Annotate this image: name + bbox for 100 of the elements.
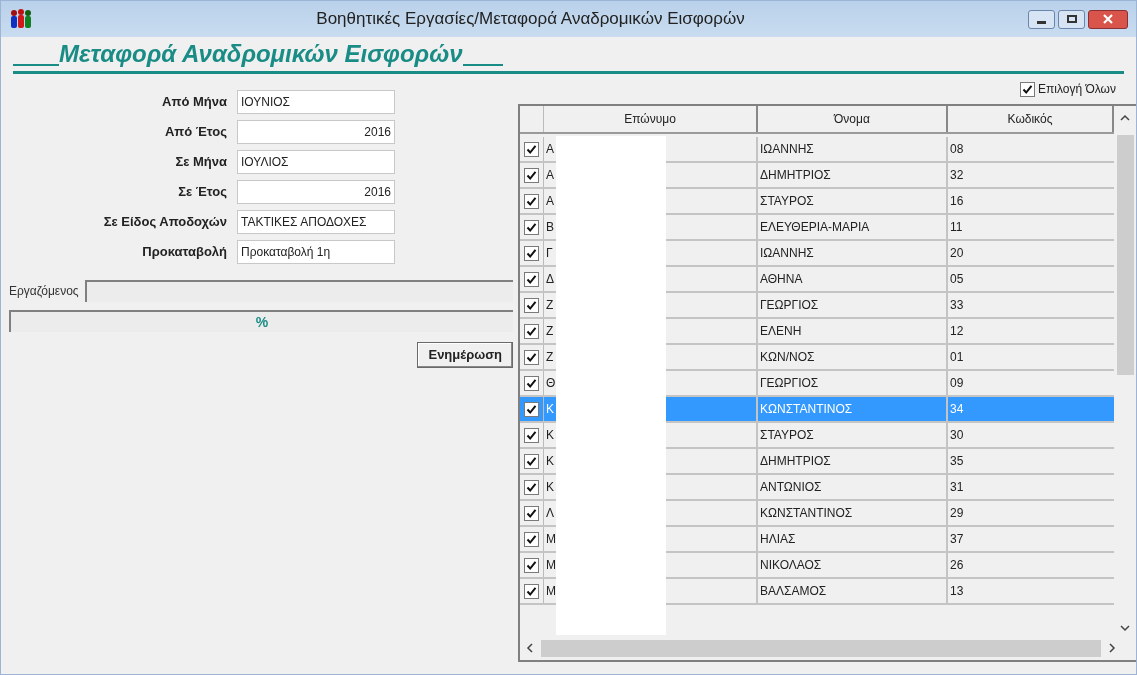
table-cell-text: Γ <box>546 245 554 262</box>
checkbox[interactable] <box>524 245 539 261</box>
close-button[interactable] <box>1088 9 1128 29</box>
close-icon <box>1103 14 1113 24</box>
window-title: Βοηθητικές Εργασίες/Μεταφορά Αναδρομικών Εισφορών <box>316 8 745 31</box>
page-heading: Μεταφορά Αναδρομικών Εισφορών <box>59 39 463 69</box>
checkbox[interactable] <box>524 219 539 235</box>
table-cell-text: ΚΩΝΣΤΑΝΤΙΝΟΣ <box>760 401 853 418</box>
checkbox[interactable] <box>524 479 539 495</box>
table-row[interactable]: Γ ΙΩΑΝΝΗΣ 20 <box>520 241 1114 267</box>
input-field[interactable]: ΙΟΥΝΙΟΣ <box>237 90 395 114</box>
checkbox[interactable] <box>524 141 539 157</box>
table-cell-text: Κ <box>546 401 555 418</box>
table-row[interactable]: Κ ΔΗΜΗΤΡΙΟΣ 35 <box>520 449 1114 475</box>
table-row[interactable]: Μ ΝΙΚΟΛΑΟΣ 26 <box>520 553 1114 579</box>
table-cell-text: 01 <box>950 349 964 366</box>
table-cell-text: Β <box>546 219 555 236</box>
table-row[interactable]: Α ΙΩΑΝΝΗΣ 08 <box>520 137 1114 163</box>
table-cell-text: ΑΝΤΩΝΙΟΣ <box>760 479 822 496</box>
scroll-left-icon[interactable] <box>526 643 533 653</box>
table-row[interactable]: Α ΔΗΜΗΤΡΙΟΣ 32 <box>520 163 1114 189</box>
table-cell-text: Μ <box>546 531 556 548</box>
table-cell-text: Λ <box>546 505 555 522</box>
table-row[interactable]: Κ ΑΝΤΩΝΙΟΣ 31 <box>520 475 1114 501</box>
table-cell-text: 12 <box>950 323 964 340</box>
checkbox[interactable] <box>524 583 539 599</box>
checkbox[interactable] <box>524 505 539 521</box>
input-field[interactable]: 2016 <box>237 180 395 204</box>
checkbox[interactable] <box>524 323 539 339</box>
table-row[interactable]: Α ΣΤΑΥΡΟΣ 16 <box>520 189 1114 215</box>
update-button[interactable]: Ενημέρωση <box>417 342 513 368</box>
table-row[interactable]: Ζ ΚΩΝ/ΝΟΣ 01 <box>520 345 1114 371</box>
table-row[interactable]: Μ ΗΛΙΑΣ 37 <box>520 527 1114 553</box>
input-field[interactable]: 2016 <box>237 120 395 144</box>
table-cell-text: 37 <box>950 531 964 548</box>
employee-label: Εργαζόμενος <box>9 283 79 300</box>
table-cell-text: ΚΩΝΣΤΑΝΤΙΝΟΣ <box>760 505 853 522</box>
field-label: Σε Έτος <box>177 183 227 202</box>
checkbox[interactable] <box>524 375 539 391</box>
checkbox[interactable] <box>524 401 539 417</box>
table-cell-text: 08 <box>950 141 964 158</box>
table-row[interactable]: Ζ ΕΛΕΝΗ 12 <box>520 319 1114 345</box>
table-row[interactable]: Λ ΚΩΝΣΤΑΝΤΙΝΟΣ 29 <box>520 501 1114 527</box>
checkbox[interactable] <box>524 297 539 313</box>
checkbox[interactable] <box>524 557 539 573</box>
progress-percent: % <box>255 312 269 332</box>
table-cell-text: 34 <box>950 401 964 418</box>
table-row[interactable]: Ζ ΓΕΩΡΓΙΟΣ 33 <box>520 293 1114 319</box>
input-field[interactable]: ΙΟΥΛΙΟΣ <box>237 150 395 174</box>
table-cell-text: ΕΛΕΥΘΕΡΙΑ-ΜΑΡΙΑ <box>760 219 870 236</box>
table-cell-text: 31 <box>950 479 964 496</box>
checkbox[interactable] <box>524 531 539 547</box>
table-cell-text: Θ <box>546 375 556 392</box>
checkbox[interactable] <box>524 271 539 287</box>
table-cell-text: Δ <box>546 271 555 288</box>
table-cell-text: 33 <box>950 297 964 314</box>
table-cell-text: Μ <box>546 583 556 600</box>
table-row[interactable]: Θ ΓΕΩΡΓΙΟΣ 09 <box>520 371 1114 397</box>
maximize-button[interactable] <box>1058 9 1085 29</box>
table-cell-text: ΔΗΜΗΤΡΙΟΣ <box>760 167 831 184</box>
checkbox[interactable] <box>1020 81 1036 97</box>
table-cell-text: ΑΘΗΝΑ <box>760 271 803 288</box>
minimize-button[interactable] <box>1028 9 1055 29</box>
scroll-up-icon[interactable] <box>1120 114 1130 121</box>
checkbox[interactable] <box>524 167 539 183</box>
table-cell-text: Α <box>546 141 555 158</box>
scroll-right-icon[interactable] <box>1109 643 1116 653</box>
table-cell-text: 35 <box>950 453 964 470</box>
table-cell-text: Κ <box>546 479 555 496</box>
input-field[interactable]: ΤΑΚΤΙΚΕΣ ΑΠΟΔΟΧΕΣ <box>237 210 395 234</box>
table-cell-text: 13 <box>950 583 964 600</box>
table-cell-text: 09 <box>950 375 964 392</box>
table-cell-text: 30 <box>950 427 964 444</box>
table-cell-text: 29 <box>950 505 964 522</box>
checkbox[interactable] <box>524 349 539 365</box>
table-cell-text: Ζ <box>546 323 555 340</box>
table-cell-text: Κ <box>546 427 555 444</box>
checkbox[interactable] <box>524 427 539 443</box>
table-cell-text: ΚΩΝ/ΝΟΣ <box>760 349 815 366</box>
table-cell-text: Μ <box>546 557 556 574</box>
scroll-down-icon[interactable] <box>1120 625 1130 632</box>
field-label: Προκαταβολή <box>141 243 227 262</box>
checkbox[interactable] <box>524 453 539 469</box>
table-cell-text: ΒΑΛΣΑΜΟΣ <box>760 583 827 600</box>
table-cell-text: ΣΤΑΥΡΟΣ <box>760 427 814 444</box>
table-cell-text: Ζ <box>546 297 555 314</box>
checkbox[interactable] <box>524 193 539 209</box>
table-row[interactable]: Κ ΣΤΑΥΡΟΣ 30 <box>520 423 1114 449</box>
table-cell-text: ΙΩΑΝΝΗΣ <box>760 245 814 262</box>
table-cell-text: Α <box>546 167 555 184</box>
table-cell-text: ΣΤΑΥΡΟΣ <box>760 193 814 210</box>
table-row[interactable]: Μ ΒΑΛΣΑΜΟΣ 13 <box>520 579 1114 605</box>
table-row[interactable]: Β ΕΛΕΥΘΕΡΙΑ-ΜΑΡΙΑ 11 <box>520 215 1114 241</box>
table-cell-text: Α <box>546 193 555 210</box>
field-label: Από Μήνα <box>161 93 227 112</box>
input-field[interactable]: Προκαταβολή 1η <box>237 240 395 264</box>
table-cell-text: 32 <box>950 167 964 184</box>
table-cell-text: 26 <box>950 557 964 574</box>
table-row[interactable]: Δ ΑΘΗΝΑ 05 <box>520 267 1114 293</box>
table-cell-text: 20 <box>950 245 964 262</box>
